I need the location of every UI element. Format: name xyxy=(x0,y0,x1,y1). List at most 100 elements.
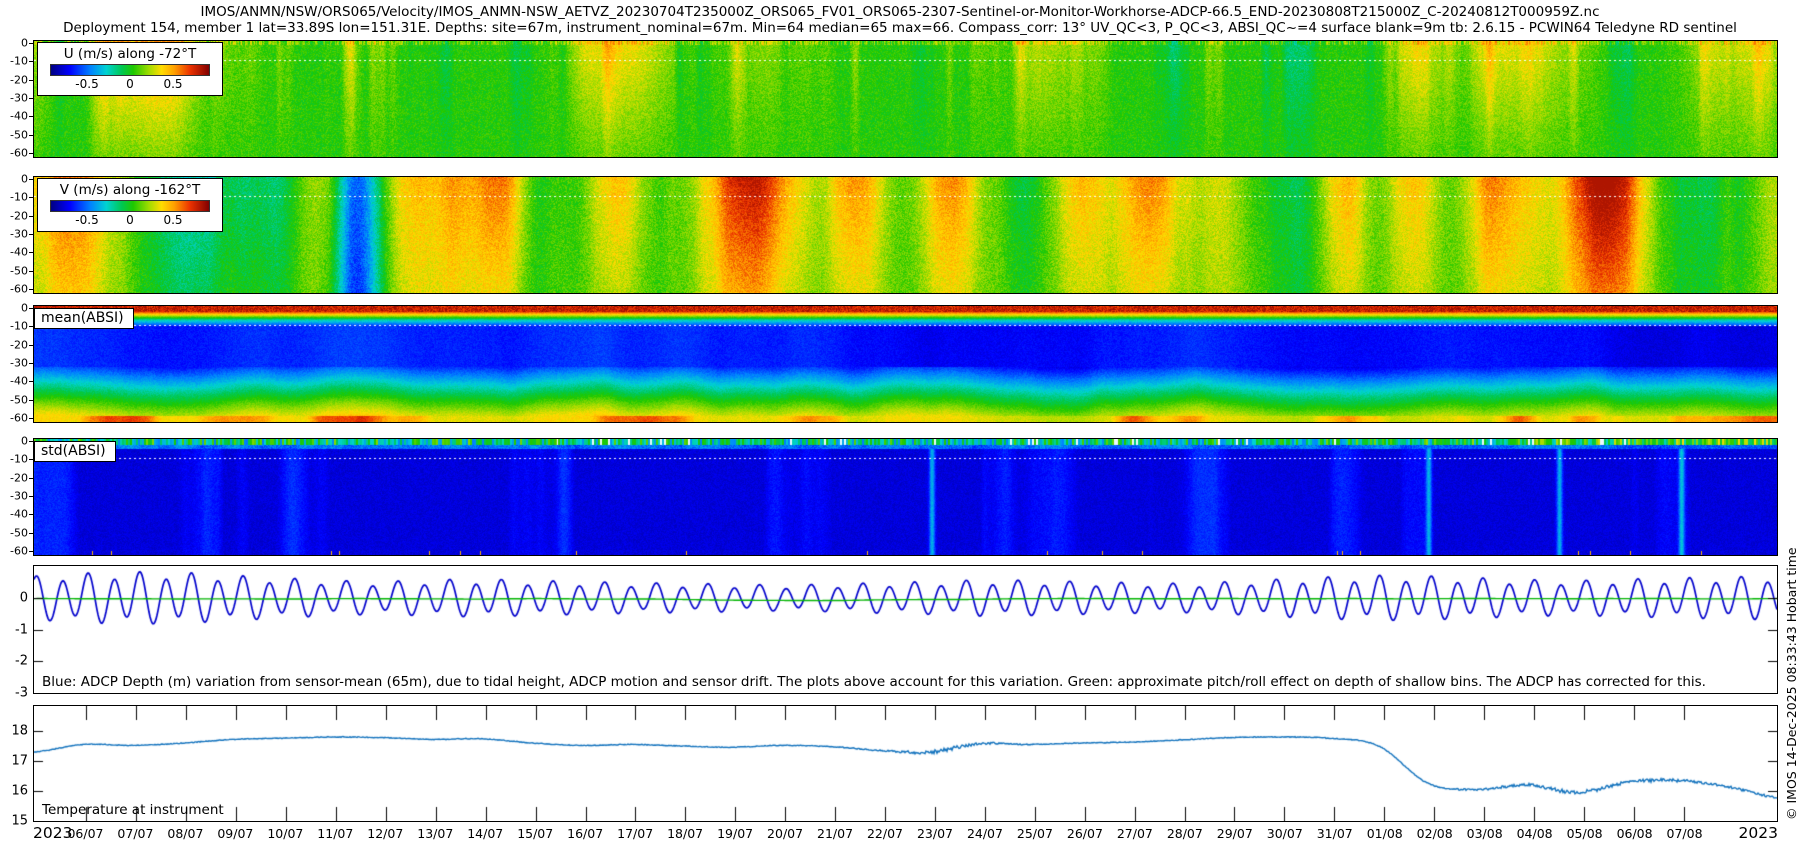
v-colorbar xyxy=(50,200,210,212)
v-velocity-heatmap xyxy=(34,177,1777,293)
y-tick-mark xyxy=(29,116,34,117)
x-tick-label: 19/07 xyxy=(717,826,754,841)
x-tick-label: 24/07 xyxy=(966,826,1003,841)
x-tick-label: 08/07 xyxy=(167,826,204,841)
y-tick-mark xyxy=(29,514,34,515)
x-tick-label: 23/07 xyxy=(916,826,953,841)
x-tick-label: 31/07 xyxy=(1316,826,1353,841)
y-tick-label: -3 xyxy=(15,685,28,700)
y-tick-label: -50 xyxy=(10,264,28,278)
y-tick-mark xyxy=(29,61,34,62)
y-tick-label: 0 xyxy=(21,36,28,50)
y-tick-mark xyxy=(29,400,34,401)
panel-adcp-depth: Blue: ADCP Depth (m) variation from sens… xyxy=(15,565,1778,699)
colorbar-tick: 0.5 xyxy=(163,77,183,91)
x-tick-label: 29/07 xyxy=(1216,826,1253,841)
y-tick-label: 0 xyxy=(19,590,28,606)
std-absi-label: std(ABSI) xyxy=(34,441,116,462)
y-tick-mark xyxy=(29,551,34,552)
y-tick-label: 0 xyxy=(21,301,28,315)
y-tick-mark xyxy=(29,234,34,235)
y-tick-label: -50 xyxy=(10,393,28,407)
y-tick-mark xyxy=(29,418,34,419)
y-tick-label: -10 xyxy=(10,54,28,68)
x-tick-label: 04/08 xyxy=(1516,826,1553,841)
y-tick-label: -10 xyxy=(10,190,28,204)
y-tick-mark xyxy=(29,496,34,497)
y-tick-mark xyxy=(29,179,34,180)
depth-annotation: Blue: ADCP Depth (m) variation from sens… xyxy=(42,674,1706,690)
v-legend-label: V (m/s) along -162°T xyxy=(59,182,201,198)
y-tick-label: -50 xyxy=(10,526,28,540)
y-tick-mark xyxy=(29,345,34,346)
colorbar-tick: -0.5 xyxy=(75,77,99,91)
y-tick-label: -10 xyxy=(10,319,28,333)
y-tick-label: -30 xyxy=(10,227,28,241)
y-tick-label: 16 xyxy=(11,783,28,799)
y-tick-label: -2 xyxy=(15,653,28,669)
x-axis-year-right: 2023 xyxy=(1738,824,1778,842)
x-tick-label: 05/08 xyxy=(1566,826,1603,841)
y-tick-label: -20 xyxy=(10,209,28,223)
y-tick-label: -10 xyxy=(10,452,28,466)
y-tick-label: -30 xyxy=(10,489,28,503)
y-tick-mark xyxy=(29,153,34,154)
x-tick-label: 06/08 xyxy=(1616,826,1653,841)
mean-absi-label: mean(ABSI) xyxy=(34,308,134,329)
y-tick-label: -60 xyxy=(10,282,28,296)
y-tick-label: -30 xyxy=(10,356,28,370)
mean-absi-heatmap xyxy=(34,306,1777,422)
x-tick-label: 18/07 xyxy=(667,826,704,841)
y-tick-mark xyxy=(29,271,34,272)
x-tick-label: 26/07 xyxy=(1066,826,1103,841)
u-colorbar-legend: U (m/s) along -72°T -0.5 0 0.5 xyxy=(37,42,223,96)
v-colorbar-legend: V (m/s) along -162°T -0.5 0 0.5 xyxy=(37,178,223,232)
y-tick-label: -60 xyxy=(10,146,28,160)
x-tick-label: 10/07 xyxy=(267,826,304,841)
x-tick-label: 07/08 xyxy=(1666,826,1703,841)
y-tick-mark xyxy=(29,197,34,198)
x-tick-label: 02/08 xyxy=(1416,826,1453,841)
y-tick-mark xyxy=(29,252,34,253)
u-colorbar xyxy=(50,64,210,76)
std-absi-heatmap xyxy=(34,439,1777,555)
y-tick-label: -60 xyxy=(10,411,28,425)
y-tick-label: -40 xyxy=(10,245,28,259)
y-tick-label: -40 xyxy=(10,374,28,388)
y-tick-mark xyxy=(29,98,34,99)
y-tick-label: -50 xyxy=(10,128,28,142)
u-velocity-heatmap xyxy=(34,41,1777,157)
y-tick-label: -20 xyxy=(10,73,28,87)
x-tick-label: 13/07 xyxy=(417,826,454,841)
x-tick-label: 28/07 xyxy=(1166,826,1203,841)
colorbar-tick: 0 xyxy=(126,77,134,91)
figure-title-line2: Deployment 154, member 1 lat=33.89S lon=… xyxy=(63,20,1737,36)
temperature-label: Temperature at instrument xyxy=(42,802,224,818)
y-tick-mark xyxy=(29,43,34,44)
panel-temperature: Temperature at instrument 18 17 16 15 xyxy=(11,705,1778,828)
y-tick-label: -40 xyxy=(10,109,28,123)
x-tick-label: 27/07 xyxy=(1116,826,1153,841)
x-tick-label: 06/07 xyxy=(67,826,104,841)
y-tick-label: 17 xyxy=(11,753,28,769)
y-tick-mark xyxy=(29,533,34,534)
colorbar-tick: -0.5 xyxy=(75,213,99,227)
x-tick-label: 25/07 xyxy=(1016,826,1053,841)
y-tick-label: -40 xyxy=(10,507,28,521)
x-tick-label: 01/08 xyxy=(1366,826,1403,841)
x-tick-label: 22/07 xyxy=(866,826,904,841)
x-tick-label: 11/07 xyxy=(317,826,354,841)
y-tick-label: -1 xyxy=(15,622,28,637)
panel-v-velocity: V (m/s) along -162°T -0.5 0 0.5 0 -10 -20 -… xyxy=(10,174,1778,295)
x-tick-label: 12/07 xyxy=(367,826,404,841)
u-legend-label: U (m/s) along -72°T xyxy=(63,46,197,62)
x-tick-label: 17/07 xyxy=(617,826,654,841)
copyright-text: © IMOS 14-Dec-2025 08:33:43 Hobart time xyxy=(1784,547,1799,820)
x-tick-label: 21/07 xyxy=(817,826,854,841)
adcp-figure: IMOS/ANMN/NSW/ORS065/Velocity/IMOS_ANMN-… xyxy=(0,0,1800,850)
x-tick-label: 30/07 xyxy=(1266,826,1303,841)
panel-std-absi: std(ABSI) 0 -10 -20 -30 -40 -50 -60 xyxy=(10,436,1778,557)
y-tick-label: -20 xyxy=(10,471,28,485)
panel-mean-absi: mean(ABSI) 0 -10 -20 -30 -40 -50 -60 xyxy=(10,303,1778,424)
y-tick-mark xyxy=(29,216,34,217)
